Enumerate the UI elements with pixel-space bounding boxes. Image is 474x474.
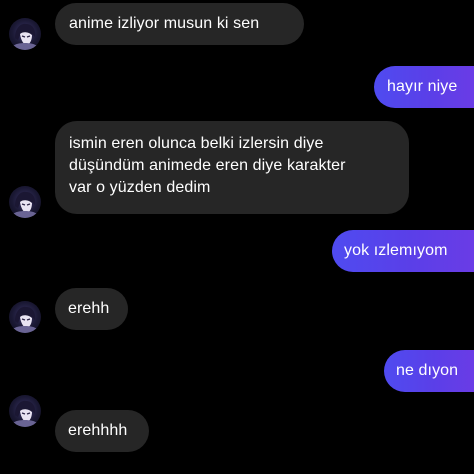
message-text: erehh <box>68 300 110 317</box>
outgoing-message-bubble[interactable]: hayır niye <box>374 66 474 108</box>
outgoing-message-bubble[interactable]: ne dıyon <box>384 350 474 392</box>
message-text: ne dıyon <box>396 362 459 379</box>
incoming-message-bubble[interactable]: erehhhh <box>55 410 149 452</box>
incoming-message-bubble[interactable]: ismin eren olunca belki izlersin diye dü… <box>55 121 409 214</box>
anime-character-avatar-icon <box>13 191 37 218</box>
outgoing-message-bubble[interactable]: yok ızlemıyom <box>332 230 474 272</box>
contact-avatar-icon[interactable] <box>9 18 41 50</box>
message-text: yok ızlemıyom <box>344 242 448 259</box>
message-text: hayır niye <box>387 78 458 95</box>
message-text-line: düşündüm animede eren diye karakter <box>69 157 346 174</box>
contact-avatar-icon[interactable] <box>9 301 41 333</box>
message-thread: anime izliyor musun ki sen hayır niye is… <box>0 0 474 474</box>
anime-character-avatar-icon <box>13 306 37 333</box>
contact-avatar-icon[interactable] <box>9 186 41 218</box>
incoming-message-bubble[interactable]: anime izliyor musun ki sen <box>55 3 304 45</box>
incoming-message-bubble[interactable]: erehh <box>55 288 128 330</box>
anime-character-avatar-icon <box>13 23 37 50</box>
message-text-line: ismin eren olunca belki izlersin diye <box>69 135 324 152</box>
contact-avatar-icon[interactable] <box>9 395 41 427</box>
message-text: erehhhh <box>68 422 128 439</box>
anime-character-avatar-icon <box>13 400 37 427</box>
message-text-line: var o yüzden dedim <box>69 179 211 196</box>
message-text: anime izliyor musun ki sen <box>69 15 260 32</box>
